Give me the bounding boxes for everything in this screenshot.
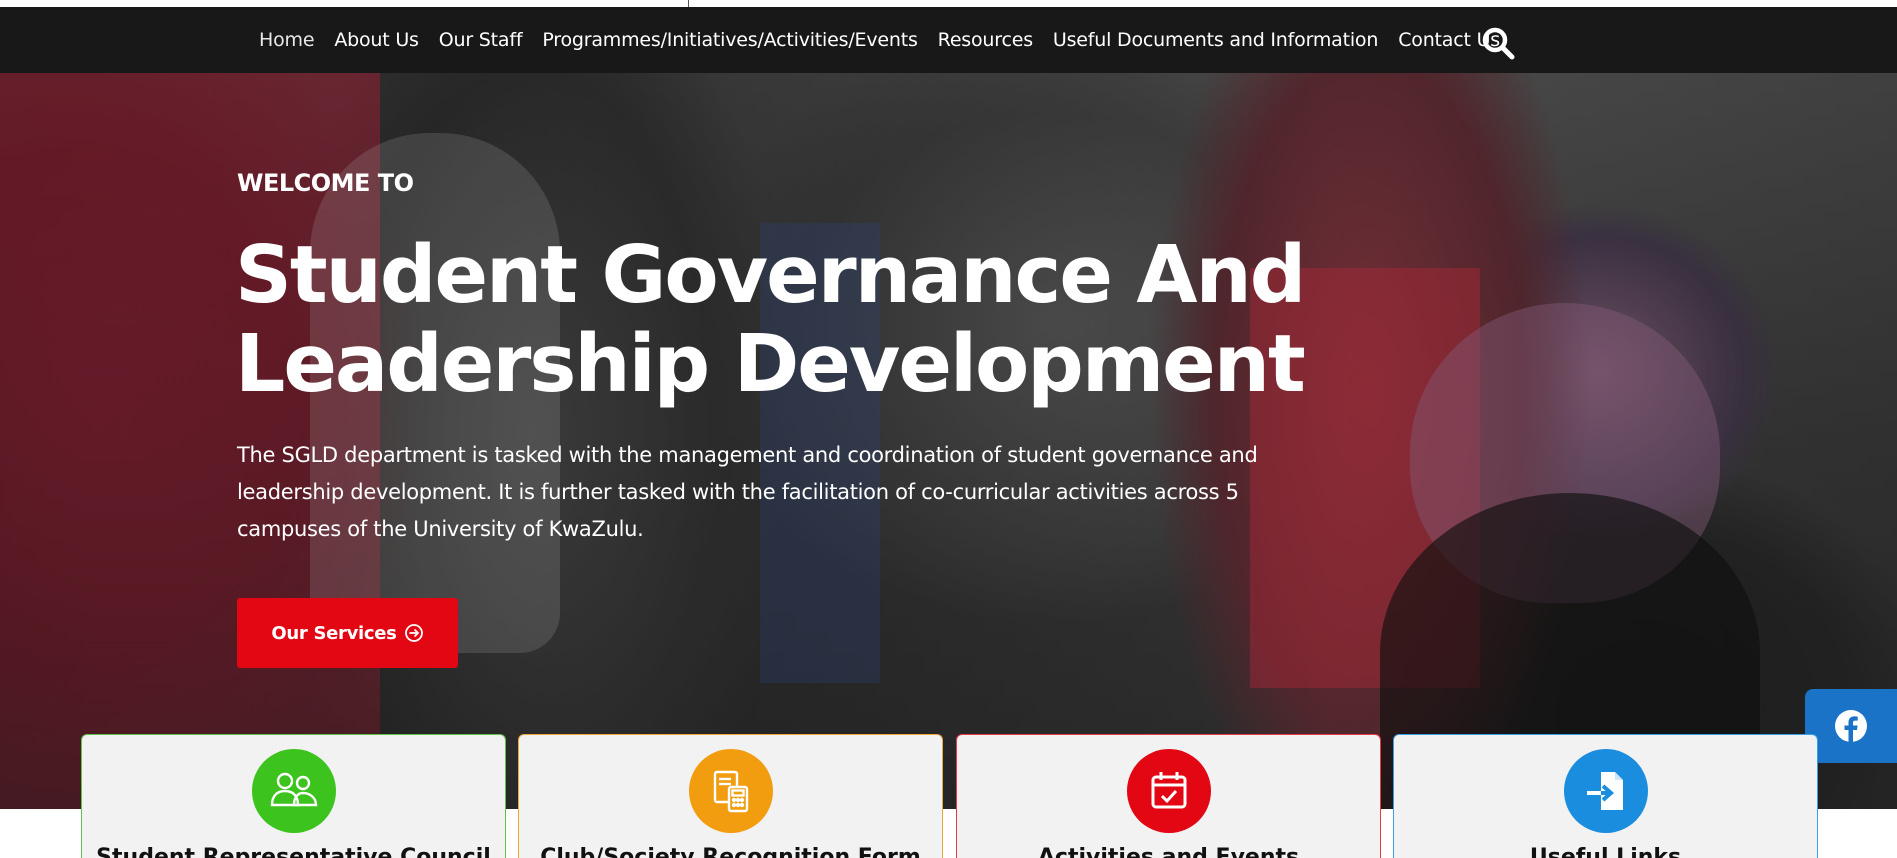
our-services-button[interactable]: Our Services: [237, 598, 458, 668]
search-button[interactable]: [1480, 25, 1516, 61]
card-title: Club/Society Recognition Form: [540, 845, 921, 858]
nav-item-about-us[interactable]: About Us: [334, 29, 419, 51]
nav-item-resources[interactable]: Resources: [938, 29, 1033, 51]
nav-item-home[interactable]: Home: [259, 29, 315, 51]
hero-title-line1: Student Governance And: [235, 229, 1306, 321]
arrow-circle-right-icon: [404, 624, 423, 642]
calculator-document-icon: [688, 749, 773, 833]
card-activities-and-events[interactable]: Activities and Events: [956, 734, 1381, 858]
card-title: Activities and Events: [1037, 845, 1300, 858]
card-title: Student Representative Council: [96, 845, 491, 858]
hero-title-line2: Leadership Development: [235, 318, 1306, 410]
nav-menu: Home About Us Our Staff Programmes/Initi…: [259, 7, 1500, 73]
divider: [688, 0, 689, 7]
our-services-label: Our Services: [271, 622, 397, 644]
main-navbar: Home About Us Our Staff Programmes/Initi…: [0, 7, 1897, 73]
hero-description: The SGLD department is tasked with the m…: [237, 443, 1258, 541]
card-student-representative-council[interactable]: Student Representative Council: [81, 734, 506, 858]
hero-title: Student Governance And Leadership Develo…: [235, 231, 1355, 409]
people-icon: [251, 749, 336, 833]
nav-item-useful-documents[interactable]: Useful Documents and Information: [1053, 29, 1378, 51]
nav-item-our-staff[interactable]: Our Staff: [439, 29, 523, 51]
nav-item-programmes[interactable]: Programmes/Initiatives/Activities/Events: [542, 29, 918, 51]
hero-banner: WELCOME TO Student Governance And Leader…: [0, 73, 1897, 809]
top-strip: [0, 0, 1897, 7]
hero-kicker: WELCOME TO: [237, 169, 414, 197]
calendar-check-icon: [1126, 749, 1211, 833]
card-useful-links[interactable]: Useful Links: [1393, 734, 1818, 858]
facebook-button[interactable]: [1805, 689, 1897, 763]
facebook-icon: [1835, 710, 1867, 742]
card-title: Useful Links: [1529, 845, 1682, 858]
file-import-icon: [1563, 749, 1648, 833]
search-icon: [1482, 27, 1515, 60]
card-club-society-recognition-form[interactable]: Club/Society Recognition Form: [518, 734, 943, 858]
